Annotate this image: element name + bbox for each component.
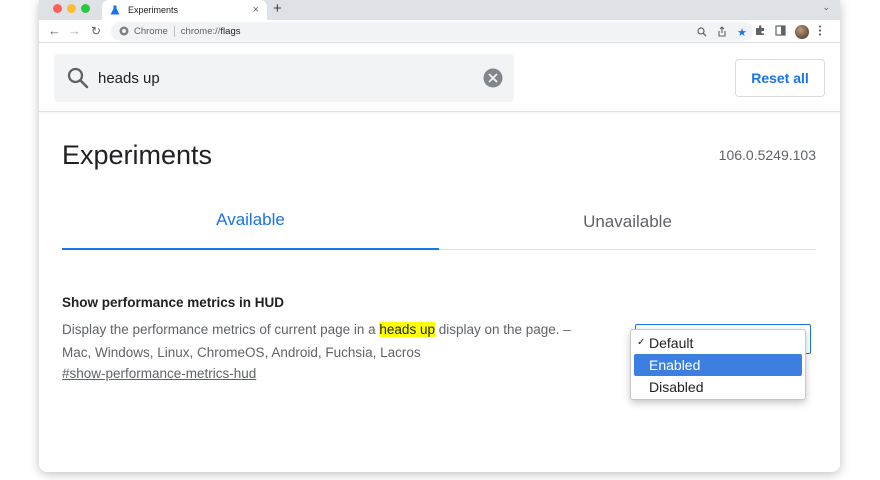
zoom-icon[interactable] xyxy=(697,24,707,42)
address-separator xyxy=(173,26,175,37)
toolbar-right-icons xyxy=(755,23,822,41)
profile-avatar[interactable] xyxy=(795,25,809,39)
search-icon xyxy=(66,66,90,95)
active-tab-indicator xyxy=(62,248,439,250)
tab-unavailable[interactable]: Unavailable xyxy=(439,212,816,232)
checkmark-icon: ✓ xyxy=(637,337,646,348)
flags-search-header: Reset all xyxy=(39,44,840,112)
dropdown-option-disabled[interactable]: Disabled xyxy=(634,376,802,398)
flask-icon xyxy=(110,5,120,15)
maximize-window-button[interactable] xyxy=(81,4,90,13)
url-text: chrome://flags xyxy=(180,26,241,37)
close-window-button[interactable] xyxy=(53,4,62,13)
browser-toolbar: ← → ↻ Chrome chrome://flags ★ xyxy=(39,20,840,43)
bookmark-star-icon[interactable]: ★ xyxy=(737,26,747,40)
share-icon[interactable] xyxy=(717,24,727,42)
chrome-logo-icon xyxy=(119,23,129,41)
side-panel-icon[interactable] xyxy=(775,23,786,41)
back-button[interactable]: ← xyxy=(48,23,61,39)
chrome-version: 106.0.5249.103 xyxy=(718,147,816,163)
flag-title: Show performance metrics in HUD xyxy=(62,295,285,310)
new-tab-button[interactable]: + xyxy=(273,1,282,17)
flag-description: Display the performance metrics of curre… xyxy=(62,322,571,360)
flag-state-dropdown: ✓ Default Enabled Disabled xyxy=(630,329,806,400)
site-chip-label: Chrome xyxy=(134,26,168,37)
tab-title: Experiments xyxy=(128,5,179,15)
browser-window: Experiments × + ⌄ ← → ↻ Chrome chrome://… xyxy=(39,0,840,472)
search-highlight: heads up xyxy=(379,322,435,337)
browser-tab-experiments[interactable]: Experiments × xyxy=(102,0,267,20)
more-menu-icon[interactable] xyxy=(818,23,822,41)
tab-close-icon[interactable]: × xyxy=(253,4,259,16)
tab-strip: Experiments × + ⌄ xyxy=(39,0,840,20)
dropdown-option-enabled[interactable]: Enabled xyxy=(634,354,802,376)
reset-all-button[interactable]: Reset all xyxy=(735,59,825,97)
flag-anchor-link[interactable]: #show-performance-metrics-hud xyxy=(62,366,256,381)
minimize-window-button[interactable] xyxy=(67,4,76,13)
extensions-puzzle-icon[interactable] xyxy=(755,23,766,41)
search-input[interactable] xyxy=(98,66,478,90)
search-box xyxy=(54,54,514,102)
dropdown-option-default[interactable]: ✓ Default xyxy=(634,332,802,354)
omnibox-actions: ★ xyxy=(697,24,747,42)
clear-search-icon[interactable] xyxy=(483,68,503,88)
address-bar[interactable]: Chrome chrome://flags ★ xyxy=(111,22,753,41)
reload-button[interactable]: ↻ xyxy=(91,23,101,39)
page-title: Experiments xyxy=(62,140,213,170)
tab-search-icon[interactable]: ⌄ xyxy=(822,2,830,13)
tab-available[interactable]: Available xyxy=(62,210,439,230)
forward-button[interactable]: → xyxy=(68,23,81,39)
